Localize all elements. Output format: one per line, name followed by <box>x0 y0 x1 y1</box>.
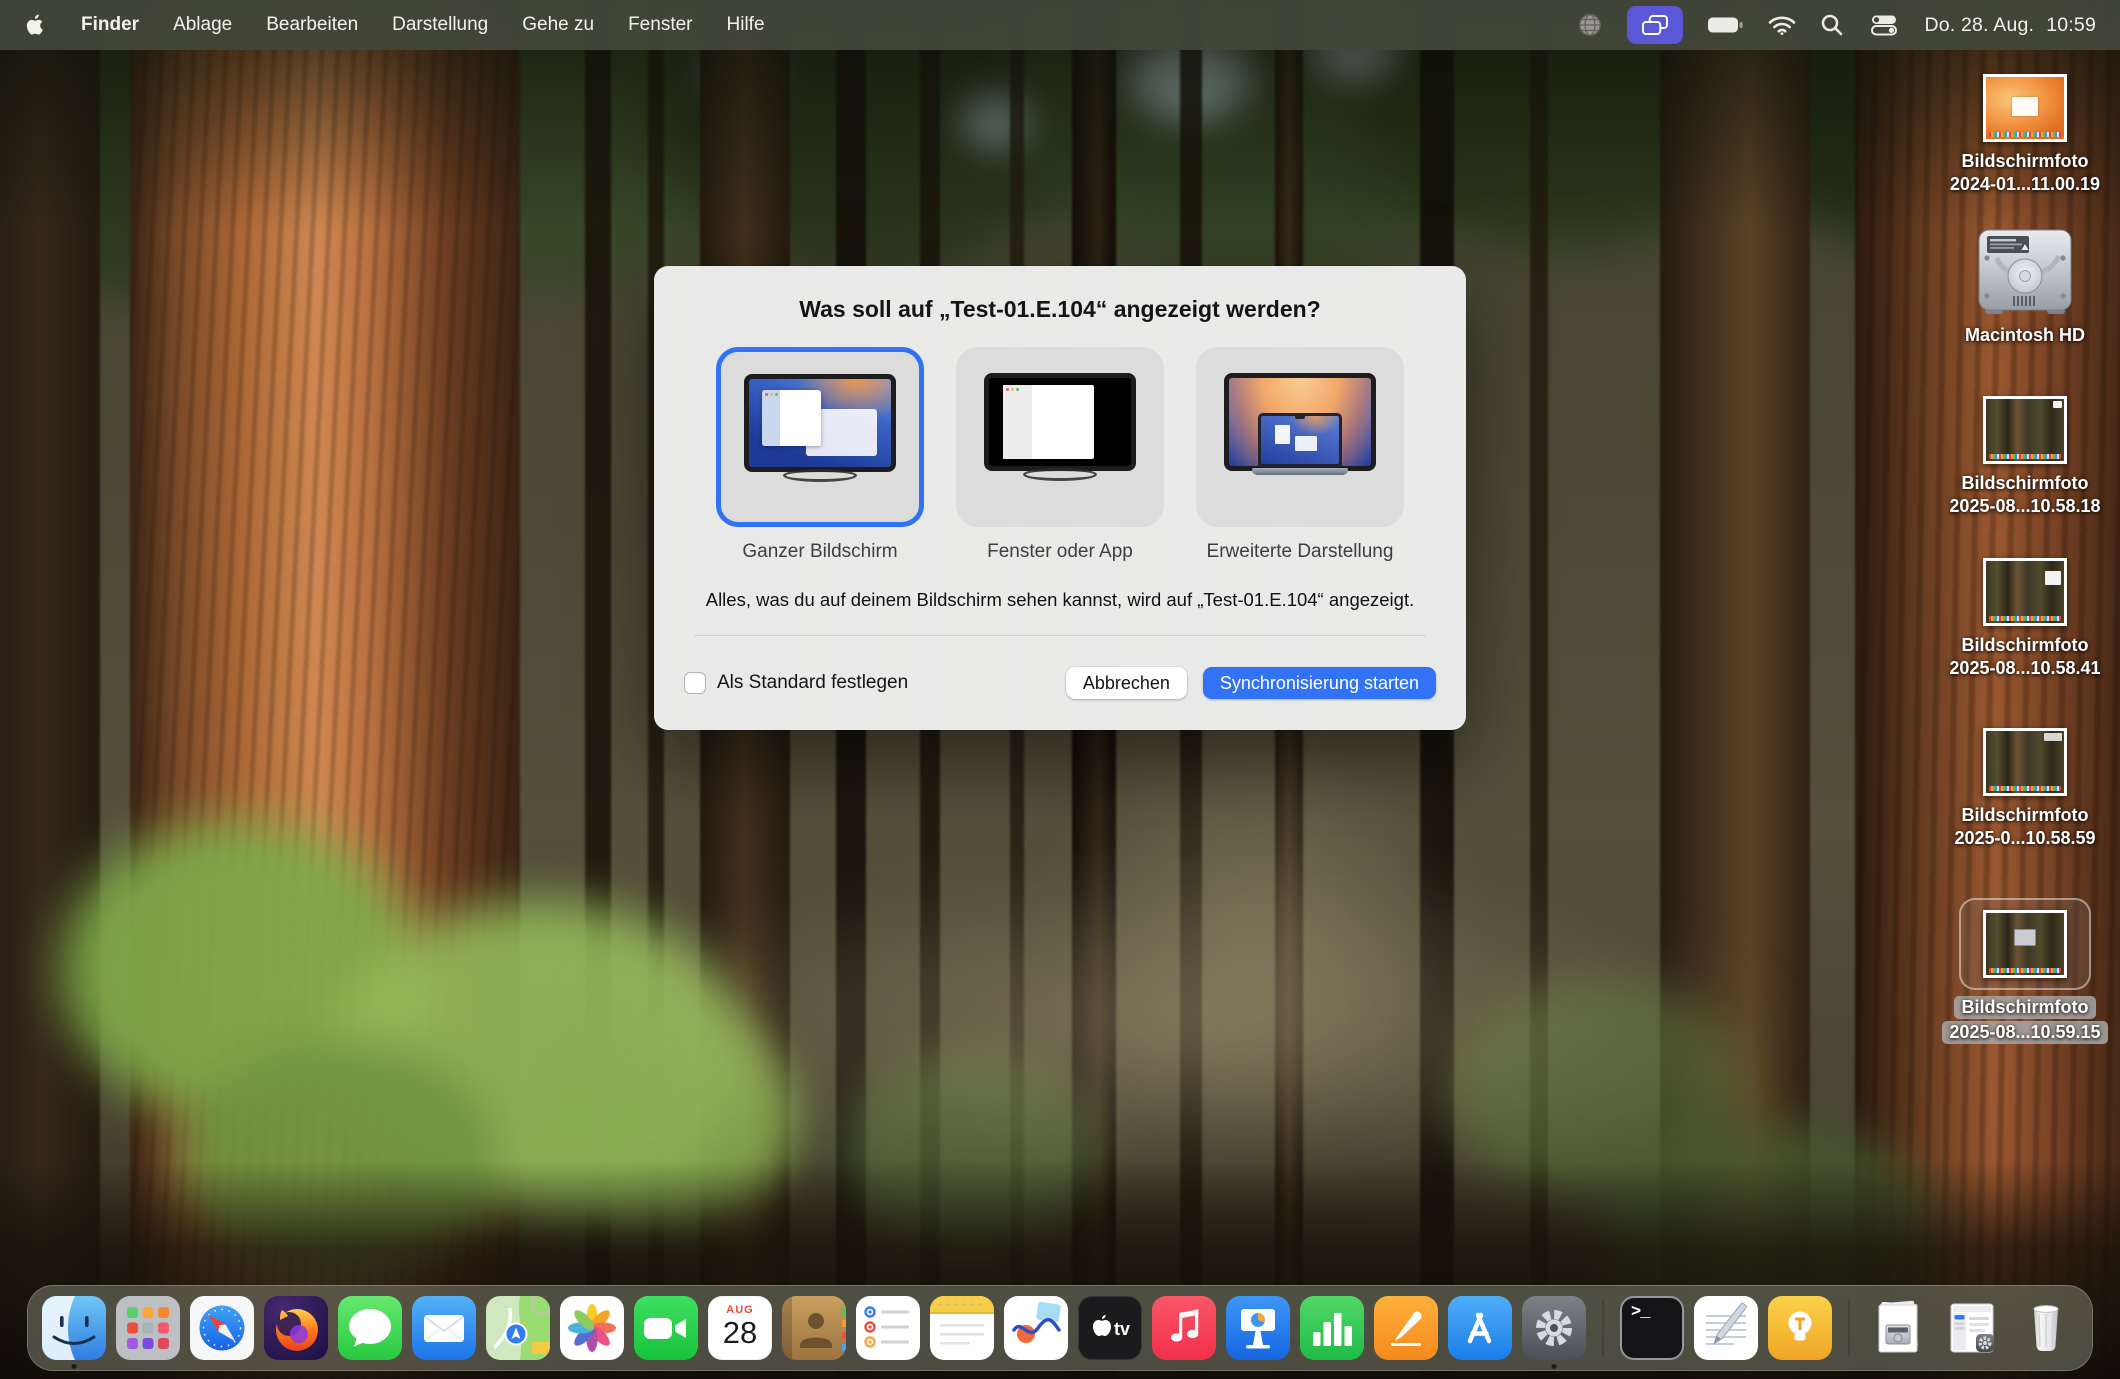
screenshot-thumbnail-icon <box>1983 558 2067 626</box>
monitor-stand <box>1023 468 1097 481</box>
cancel-button[interactable]: Abbrechen <box>1066 667 1187 699</box>
dock-contacts-icon[interactable] <box>782 1296 846 1360</box>
option-label: Fenster oder App <box>987 541 1133 563</box>
dock-separator <box>1602 1299 1604 1357</box>
dialog-title: Was soll auf „Test-01.E.104“ angezeigt w… <box>654 296 1466 323</box>
desktop-icon-macintosh-hd[interactable]: Macintosh HD <box>1930 228 2120 347</box>
dock-maps-icon[interactable] <box>486 1296 550 1360</box>
desktop-icon-screenshot-105859[interactable]: Bildschirmfoto2025-0...10.58.59 <box>1930 728 2120 850</box>
dock-trash-icon[interactable] <box>2014 1296 2078 1360</box>
display-mirroring-dialog: Was soll auf „Test-01.E.104“ angezeigt w… <box>654 266 1466 730</box>
screen-mirroring-status-button[interactable] <box>1627 6 1683 44</box>
dock-reminders-icon[interactable] <box>856 1296 920 1360</box>
menu-item-darstellung[interactable]: Darstellung <box>392 14 488 36</box>
dock-keynote-icon[interactable] <box>1226 1296 1290 1360</box>
screenshot-thumbnail-icon <box>1983 910 2067 978</box>
apple-menu-icon[interactable] <box>24 12 47 38</box>
fullscreen-option-tile[interactable] <box>716 347 924 527</box>
menu-item-gehezu[interactable]: Gehe zu <box>522 14 594 36</box>
dock-notes-icon[interactable] <box>930 1296 994 1360</box>
screenshot-thumbnail-icon <box>1983 728 2067 796</box>
window-option-tile[interactable] <box>956 347 1164 527</box>
option-erweiterte-darstellung[interactable]: Erweiterte Darstellung <box>1196 347 1404 563</box>
dock-numbers-icon[interactable] <box>1300 1296 1364 1360</box>
checkbox-label: Als Standard festlegen <box>717 672 908 694</box>
menu-bar: Finder Ablage Bearbeiten Darstellung Geh… <box>0 0 2120 50</box>
wifi-status-icon[interactable] <box>1768 14 1796 36</box>
macos-desktop: { "menubar": { "app_menu": "Finder", "it… <box>0 0 2120 1379</box>
dock-freeform-icon[interactable] <box>1004 1296 1068 1360</box>
desktop-icon-screenshot-105841[interactable]: Bildschirmfoto2025-08...10.58.41 <box>1930 558 2120 680</box>
dock-system-settings-icon[interactable] <box>1522 1296 1586 1360</box>
option-label: Ganzer Bildschirm <box>742 541 897 563</box>
dock-settings-window-file-icon[interactable] <box>1940 1296 2004 1360</box>
option-label: Erweiterte Darstellung <box>1207 541 1394 563</box>
menubar-clock[interactable]: Do. 28. Aug. 10:59 <box>1924 14 2096 37</box>
dock: AUG 28 <box>27 1285 2093 1371</box>
dock-music-icon[interactable] <box>1152 1296 1216 1360</box>
hard-drive-icon <box>1975 228 2075 321</box>
clock-date: Do. 28. Aug. <box>1924 14 2034 37</box>
dialog-footer: Als Standard festlegen Abbrechen Synchro… <box>684 636 1436 730</box>
monitor-icon <box>984 373 1136 471</box>
running-indicator <box>72 1364 77 1369</box>
dock-finder-icon[interactable] <box>42 1296 106 1360</box>
dialog-description: Alles, was du auf deinem Bildschirm sehe… <box>694 589 1426 611</box>
control-center-icon[interactable] <box>1868 13 1900 37</box>
globe-status-icon[interactable] <box>1577 12 1603 38</box>
svg-text:tv: tv <box>1114 1319 1130 1339</box>
dock-documents-stack-icon[interactable] <box>1866 1296 1930 1360</box>
screenshot-thumbnail-icon <box>1983 396 2067 464</box>
dock-tips-icon[interactable] <box>1768 1296 1832 1360</box>
dock-firefox-icon[interactable] <box>264 1296 328 1360</box>
dock-apple-tv-icon[interactable]: tv <box>1078 1296 1142 1360</box>
desktop-icon-screenshot-2024[interactable]: Bildschirmfoto2024-01...11.00.19 <box>1930 74 2120 196</box>
menu-item-fenster[interactable]: Fenster <box>628 14 692 36</box>
monitor-stand <box>783 469 857 482</box>
dock-pages-icon[interactable] <box>1374 1296 1438 1360</box>
monitor-icon <box>744 374 896 472</box>
desktop-icon-screenshot-105915-selected[interactable]: Bildschirmfoto 2025-08...10.59.15 <box>1930 898 2120 1044</box>
dock-safari-icon[interactable] <box>190 1296 254 1360</box>
menu-item-bearbeiten[interactable]: Bearbeiten <box>266 14 358 36</box>
dock-photos-icon[interactable] <box>560 1296 624 1360</box>
option-ganzer-bildschirm[interactable]: Ganzer Bildschirm <box>716 347 924 563</box>
dock-messages-icon[interactable] <box>338 1296 402 1360</box>
dock-mail-icon[interactable] <box>412 1296 476 1360</box>
dock-calendar-icon[interactable]: AUG 28 <box>708 1296 772 1360</box>
menu-item-ablage[interactable]: Ablage <box>173 14 232 36</box>
selection-highlight <box>1959 898 2091 990</box>
start-mirroring-button[interactable]: Synchronisierung starten <box>1203 667 1436 699</box>
dock-launchpad-icon[interactable] <box>116 1296 180 1360</box>
dock-textedit-icon[interactable] <box>1694 1296 1758 1360</box>
spotlight-search-icon[interactable] <box>1820 13 1844 37</box>
set-as-default-checkbox[interactable] <box>684 672 706 694</box>
dock-separator <box>1848 1299 1850 1357</box>
extended-display-option-tile[interactable] <box>1196 347 1404 527</box>
dock-facetime-icon[interactable] <box>634 1296 698 1360</box>
screenshot-thumbnail-icon <box>1983 74 2067 142</box>
dock-terminal-icon[interactable]: >_ <box>1620 1296 1684 1360</box>
battery-status-icon[interactable] <box>1707 12 1744 38</box>
mirroring-options: Ganzer Bildschirm Fenster oder App <box>654 347 1466 563</box>
menu-app-name[interactable]: Finder <box>81 14 139 36</box>
running-indicator <box>1552 1364 1557 1369</box>
clock-time: 10:59 <box>2046 14 2096 37</box>
dock-app-store-icon[interactable] <box>1448 1296 1512 1360</box>
desktop-icon-screenshot-105818[interactable]: Bildschirmfoto2025-08...10.58.18 <box>1930 396 2120 518</box>
menu-item-hilfe[interactable]: Hilfe <box>727 14 765 36</box>
option-fenster-oder-app[interactable]: Fenster oder App <box>956 347 1164 563</box>
laptop-icon <box>1252 413 1348 475</box>
